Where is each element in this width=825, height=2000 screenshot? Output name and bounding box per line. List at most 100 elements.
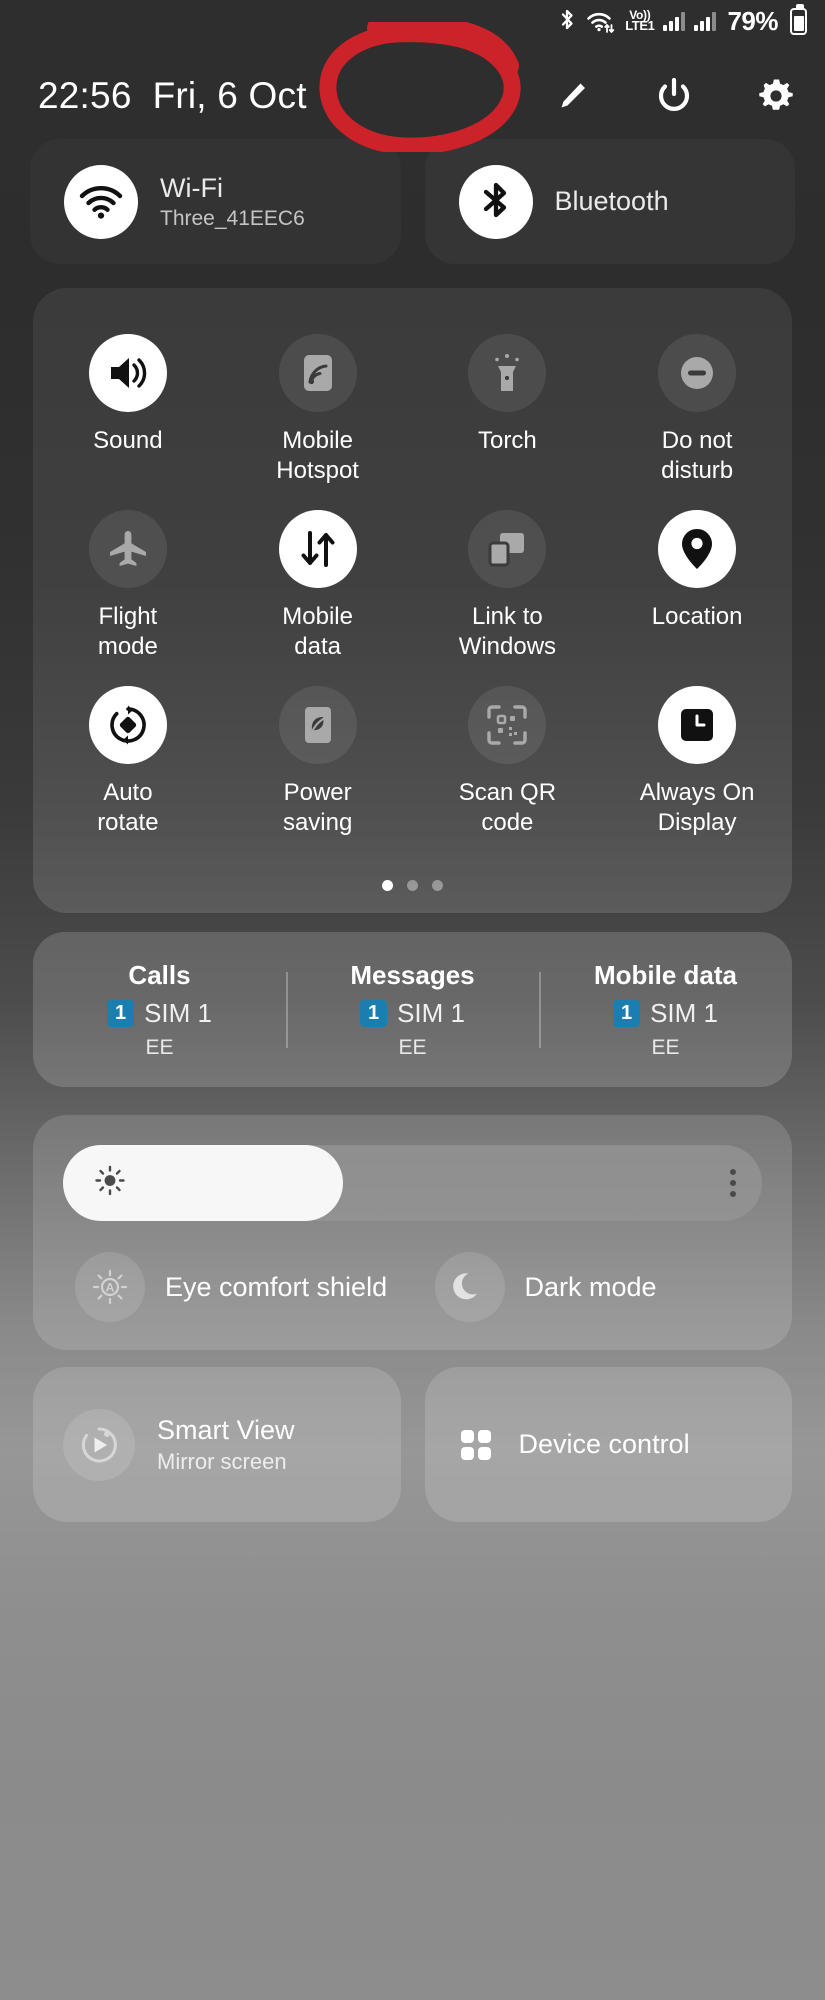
sim-name: SIM 1 [144, 997, 213, 1028]
more-vertical-icon[interactable] [730, 1169, 736, 1197]
sim-carrier: EE [651, 1035, 680, 1059]
bluetooth-icon [458, 164, 533, 239]
moon-icon [434, 1252, 505, 1322]
dark-mode-label: Dark mode [524, 1271, 657, 1302]
wifi-title: Wi-Fi [160, 172, 223, 203]
volte-indicator: Vo)) LTE1 [625, 9, 655, 33]
device-control-texts: Device control [519, 1429, 690, 1460]
tile-label-link-to-windows: Link to Windows [458, 603, 557, 660]
wifi-transfer-icon [586, 8, 616, 34]
status-bar: Vo)) LTE1 79% [0, 0, 825, 42]
sim-carrier: EE [145, 1035, 174, 1059]
qr-scan-icon [468, 686, 547, 764]
smart-view-subtitle: Mirror screen [157, 1448, 287, 1474]
tile-label-scan-qr-code: Scan QR code [458, 779, 557, 836]
power-icon[interactable] [651, 73, 697, 119]
airplane-icon [88, 510, 167, 588]
display-toggle-row: A Eye comfort shield Dark mode [53, 1241, 772, 1333]
tile-label-mobile-data: Mobile data [282, 603, 353, 660]
sim-mobile-data-value: 1 SIM 1 [612, 997, 719, 1029]
signal-bars-icon [663, 11, 686, 31]
sim-card-panel: Calls 1 SIM 1 EE Messages 1 SIM 1 EE Mob… [33, 932, 792, 1087]
brightness-sun-icon [93, 1164, 127, 1203]
volte-bottom-label: LTE1 [625, 17, 655, 33]
tile-sound[interactable]: Sound [33, 334, 223, 486]
tile-label-torch: Torch [478, 427, 537, 454]
smart-view-card[interactable]: Smart View Mirror screen [33, 1367, 401, 1522]
tile-always-on-display[interactable]: Always On Display [602, 686, 792, 838]
wifi-tile[interactable]: Wi-Fi Three_41EEC6 [30, 139, 401, 264]
page-dot-1[interactable] [382, 880, 393, 891]
sim-messages-value: 1 SIM 1 [359, 997, 466, 1029]
tile-label-power-saving: Power saving [282, 779, 353, 836]
tile-power-saving[interactable]: Power saving [223, 686, 413, 838]
flashlight-icon [468, 334, 547, 412]
eye-comfort-auto-icon: A [75, 1252, 145, 1322]
page-indicator[interactable] [33, 880, 792, 891]
tile-label-sound: Sound [93, 427, 163, 454]
sim-messages-header: Messages [350, 959, 475, 990]
battery-icon [790, 3, 807, 35]
battery-percent-label: 79% [727, 5, 778, 36]
sim-column-messages[interactable]: Messages 1 SIM 1 EE [286, 960, 539, 1060]
device-control-card[interactable]: Device control [424, 1367, 792, 1522]
wifi-icon [64, 164, 138, 239]
smart-view-play-icon [63, 1408, 135, 1481]
tile-location[interactable]: Location [602, 510, 792, 662]
sim-name: SIM 1 [650, 997, 719, 1028]
tile-scan-qr-code[interactable]: Scan QR code [413, 686, 603, 838]
data-transfer-icon [278, 510, 357, 588]
sim-column-calls[interactable]: Calls 1 SIM 1 EE [33, 960, 286, 1060]
quick-settings-panel: Vo)) LTE1 79% 22:56 Fri, 6 Oct Wi-Fi Thr… [0, 0, 825, 2000]
volume-speaker-icon [88, 334, 167, 412]
bottom-cards-row: Smart View Mirror screen Device control [33, 1367, 792, 1522]
header-actions [549, 73, 799, 119]
signal-bars-icon-2 [694, 11, 717, 31]
clock-date: 22:56 Fri, 6 Oct [38, 75, 307, 117]
dark-mode-toggle[interactable]: Dark mode [413, 1241, 773, 1333]
tile-label-do-not-disturb: Do not disturb [661, 427, 734, 484]
tile-label-mobile-hotspot: Mobile Hotspot [276, 427, 359, 484]
hotspot-icon [278, 334, 357, 412]
gear-icon[interactable] [753, 73, 799, 119]
location-pin-icon [658, 510, 737, 588]
bluetooth-tile[interactable]: Bluetooth [424, 139, 795, 264]
sim-calls-value: 1 SIM 1 [106, 997, 213, 1029]
device-control-title: Device control [518, 1429, 690, 1459]
tile-link-to-windows[interactable]: Link to Windows [413, 510, 603, 662]
sim-name: SIM 1 [397, 997, 466, 1028]
tile-label-location: Location [651, 603, 743, 630]
bluetooth-title: Bluetooth [554, 186, 669, 216]
always-on-clock-icon [658, 686, 737, 764]
tile-mobile-data[interactable]: Mobile data [223, 510, 413, 662]
page-dot-2[interactable] [407, 880, 418, 891]
wifi-network-name: Three_41EEC6 [160, 206, 305, 230]
sim-mobile-data-header: Mobile data [593, 959, 737, 990]
pencil-edit-icon[interactable] [549, 73, 595, 119]
eye-comfort-shield-toggle[interactable]: A Eye comfort shield [53, 1241, 413, 1333]
tile-flight-mode[interactable]: Flight mode [33, 510, 223, 662]
brightness-slider[interactable] [63, 1145, 762, 1221]
tile-do-not-disturb[interactable]: Do not disturb [602, 334, 792, 486]
tile-auto-rotate[interactable]: Auto rotate [33, 686, 223, 838]
tile-label-auto-rotate: Auto rotate [97, 779, 159, 836]
sim-badge: 1 [359, 999, 388, 1027]
svg-text:A: A [106, 1281, 115, 1295]
connectivity-row: Wi-Fi Three_41EEC6 Bluetooth [30, 139, 795, 264]
smart-view-title: Smart View [157, 1414, 295, 1445]
panel-header: 22:56 Fri, 6 Oct [0, 56, 825, 136]
sim-badge: 1 [106, 999, 135, 1027]
smart-view-texts: Smart View Mirror screen [157, 1415, 295, 1475]
do-not-disturb-icon [658, 334, 737, 412]
auto-rotate-icon [88, 686, 167, 764]
tile-torch[interactable]: Torch [413, 334, 603, 486]
page-dot-3[interactable] [432, 880, 443, 891]
tile-mobile-hotspot[interactable]: Mobile Hotspot [223, 334, 413, 486]
wifi-texts: Wi-Fi Three_41EEC6 [160, 173, 305, 231]
sim-column-mobile-data[interactable]: Mobile data 1 SIM 1 EE [539, 960, 792, 1060]
sim-calls-header: Calls [128, 959, 191, 990]
link-to-windows-icon [468, 510, 547, 588]
quick-tiles-grid: Sound Mobile Hotspot Torch Do not distur… [33, 334, 792, 838]
sim-badge: 1 [612, 999, 641, 1027]
tile-label-flight-mode: Flight mode [97, 603, 158, 660]
